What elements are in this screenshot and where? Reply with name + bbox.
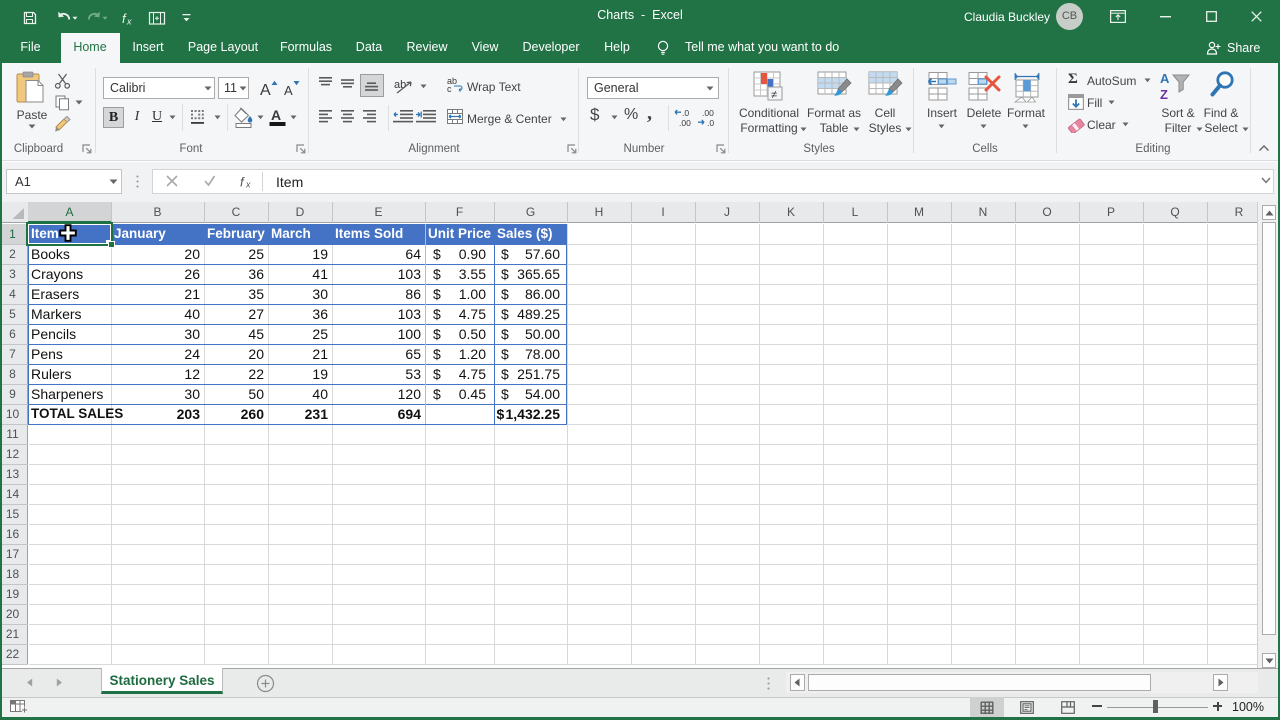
- svg-text:.00: .00: [702, 108, 714, 118]
- svg-text:c: c: [447, 84, 452, 93]
- svg-text:x: x: [245, 180, 251, 189]
- svg-text:x: x: [126, 17, 132, 27]
- svg-text:.0: .0: [682, 108, 689, 118]
- svg-text:A: A: [1160, 71, 1170, 86]
- svg-text:ab: ab: [394, 79, 406, 91]
- svg-text:Z: Z: [1160, 87, 1168, 102]
- svg-text:A: A: [284, 83, 293, 98]
- svg-text:A: A: [260, 82, 271, 99]
- svg-text:≠: ≠: [771, 89, 777, 101]
- svg-text:.00: .00: [679, 118, 691, 128]
- svg-text:A: A: [271, 107, 281, 123]
- svg-text:f: f: [240, 175, 245, 188]
